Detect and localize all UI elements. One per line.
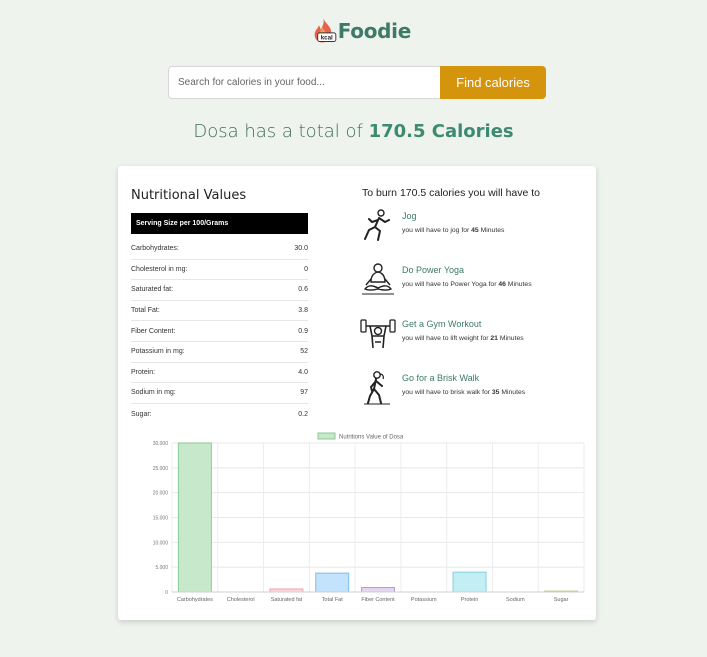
nutrient-value: 30.0 bbox=[294, 245, 308, 253]
activity-name[interactable]: Jog bbox=[402, 211, 417, 221]
nutrition-row: Sugar: 0.2 bbox=[131, 404, 308, 425]
nutrient-label: Total Fat: bbox=[131, 307, 160, 315]
x-tick-label: Fiber Content bbox=[361, 597, 395, 603]
activity-name[interactable]: Get a Gym Workout bbox=[402, 319, 481, 329]
nutrition-table: Carbohydrates: 30.0 Cholesterol in mg: 0 Sat… bbox=[131, 239, 308, 424]
find-calories-button[interactable]: Find calories bbox=[440, 66, 546, 99]
bar-carbohydrates[interactable] bbox=[177, 442, 212, 593]
x-tick-label: Sugar bbox=[554, 597, 569, 603]
brand-logo[interactable]: kcal Foodie bbox=[311, 16, 411, 46]
nutrient-label: Potassium in mg: bbox=[131, 348, 185, 356]
results-card: Nutritional Values Serving Size per 100/… bbox=[118, 166, 596, 620]
x-tick-label: Potassium bbox=[411, 597, 437, 603]
search-bar: Find calories bbox=[168, 66, 546, 99]
nutrient-value: 0.6 bbox=[298, 286, 308, 294]
activity-desc: you will have to Power Yoga for 46 Minut… bbox=[402, 281, 532, 288]
yoga-icon bbox=[362, 263, 394, 295]
nutrient-value: 97 bbox=[300, 389, 308, 397]
nutrient-value: 0.2 bbox=[298, 410, 308, 418]
nutrition-row: Potassium in mg: 52 bbox=[131, 342, 308, 363]
nutrient-label: Fiber Content: bbox=[131, 327, 176, 335]
nutrition-title: Nutritional Values bbox=[131, 188, 247, 203]
nutrient-label: Cholesterol in mg: bbox=[131, 265, 188, 273]
nutrition-row: Fiber Content: 0.9 bbox=[131, 321, 308, 342]
nutrient-label: Protein: bbox=[131, 368, 156, 376]
nutrient-label: Sugar: bbox=[131, 410, 152, 418]
serving-size-label: Serving Size per 100/Grams bbox=[131, 213, 308, 234]
weightlifting-icon bbox=[360, 319, 396, 349]
activity-name[interactable]: Go for a Brisk Walk bbox=[402, 373, 479, 383]
nutrient-label: Saturated fat: bbox=[131, 286, 174, 294]
nutrient-label: Sodium in mg: bbox=[131, 389, 176, 397]
legend-label[interactable]: Nutritions Value of Dosa bbox=[339, 435, 404, 441]
nutrient-value: 0.9 bbox=[298, 327, 308, 335]
activity-desc: you will have to brisk walk for 35 Minut… bbox=[402, 389, 526, 396]
nutrient-value: 0 bbox=[304, 265, 308, 273]
activity-desc: you will have to jog for 45 Minutes bbox=[402, 227, 505, 234]
legend-swatch[interactable] bbox=[317, 432, 336, 440]
nutrition-row: Saturated fat: 0.6 bbox=[131, 280, 308, 301]
y-tick-label: 20.000 bbox=[153, 491, 169, 497]
y-tick-label: 0 bbox=[165, 590, 168, 596]
nutrient-label: Carbohydrates: bbox=[131, 245, 179, 253]
activity-desc: you will have to lift weight for 21 Minu… bbox=[402, 335, 524, 342]
activity-minutes: 21 bbox=[490, 335, 498, 342]
activity-name[interactable]: Do Power Yoga bbox=[402, 265, 464, 275]
kcal-badge: kcal bbox=[321, 35, 333, 42]
y-tick-label: 5.000 bbox=[155, 565, 168, 571]
y-tick-label: 10.000 bbox=[153, 540, 169, 546]
y-tick-label: 25.000 bbox=[153, 466, 169, 472]
burn-title: To burn 170.5 calories you will have to bbox=[362, 187, 541, 199]
nutrition-bar-chart: Nutritions Value of Dosa 0 5.000 10.000 15.0… bbox=[138, 428, 588, 608]
y-tick-label: 15.000 bbox=[153, 516, 169, 522]
bar-protein[interactable] bbox=[452, 571, 487, 593]
nutrition-row: Total Fat: 3.8 bbox=[131, 301, 308, 322]
x-tick-label: Saturated fat bbox=[271, 597, 303, 603]
calorie-headline: Dosa has a total of 170.5 Calories bbox=[0, 121, 707, 142]
y-tick-label: 30.000 bbox=[153, 441, 169, 447]
x-tick-label: Sodium bbox=[506, 597, 525, 603]
nutrition-row: Cholesterol in mg: 0 bbox=[131, 260, 308, 281]
bar-fiber-content[interactable] bbox=[361, 587, 395, 593]
x-tick-label: Cholesterol bbox=[227, 597, 255, 603]
nutrient-value: 3.8 bbox=[298, 307, 308, 315]
nutrition-row: Sodium in mg: 97 bbox=[131, 383, 308, 404]
brand-name: Foodie bbox=[337, 19, 412, 43]
x-tick-label: Total Fat bbox=[322, 597, 344, 603]
jogging-icon bbox=[364, 209, 390, 241]
search-input[interactable] bbox=[168, 66, 440, 99]
nutrition-row: Protein: 4.0 bbox=[131, 363, 308, 384]
activity-minutes: 46 bbox=[498, 281, 506, 288]
activity-walk: Go for a Brisk Walk you will have to bri… bbox=[360, 370, 580, 406]
headline-prefix: Dosa has a total of bbox=[193, 121, 369, 142]
nutrient-value: 4.0 bbox=[298, 368, 308, 376]
activity-jog: Jog you will have to jog for 45 Minutes bbox=[360, 208, 580, 244]
calorie-total: 170.5 Calories bbox=[368, 121, 514, 142]
x-tick-label: Protein bbox=[461, 597, 478, 603]
activity-minutes: 45 bbox=[471, 227, 479, 234]
chart-svg: Nutritions Value of Dosa 0 5.000 10.000 15.0… bbox=[153, 432, 585, 603]
bar-total-fat[interactable] bbox=[315, 572, 350, 593]
nutrient-value: 52 bbox=[300, 348, 308, 356]
nutrition-row: Carbohydrates: 30.0 bbox=[131, 239, 308, 260]
flame-icon: kcal bbox=[314, 18, 337, 43]
x-tick-label: Carbohydrates bbox=[177, 597, 213, 603]
walking-icon bbox=[364, 371, 390, 405]
activity-gym: Get a Gym Workout you will have to lift … bbox=[360, 316, 580, 352]
activity-yoga: Do Power Yoga you will have to Power Yog… bbox=[360, 262, 580, 298]
